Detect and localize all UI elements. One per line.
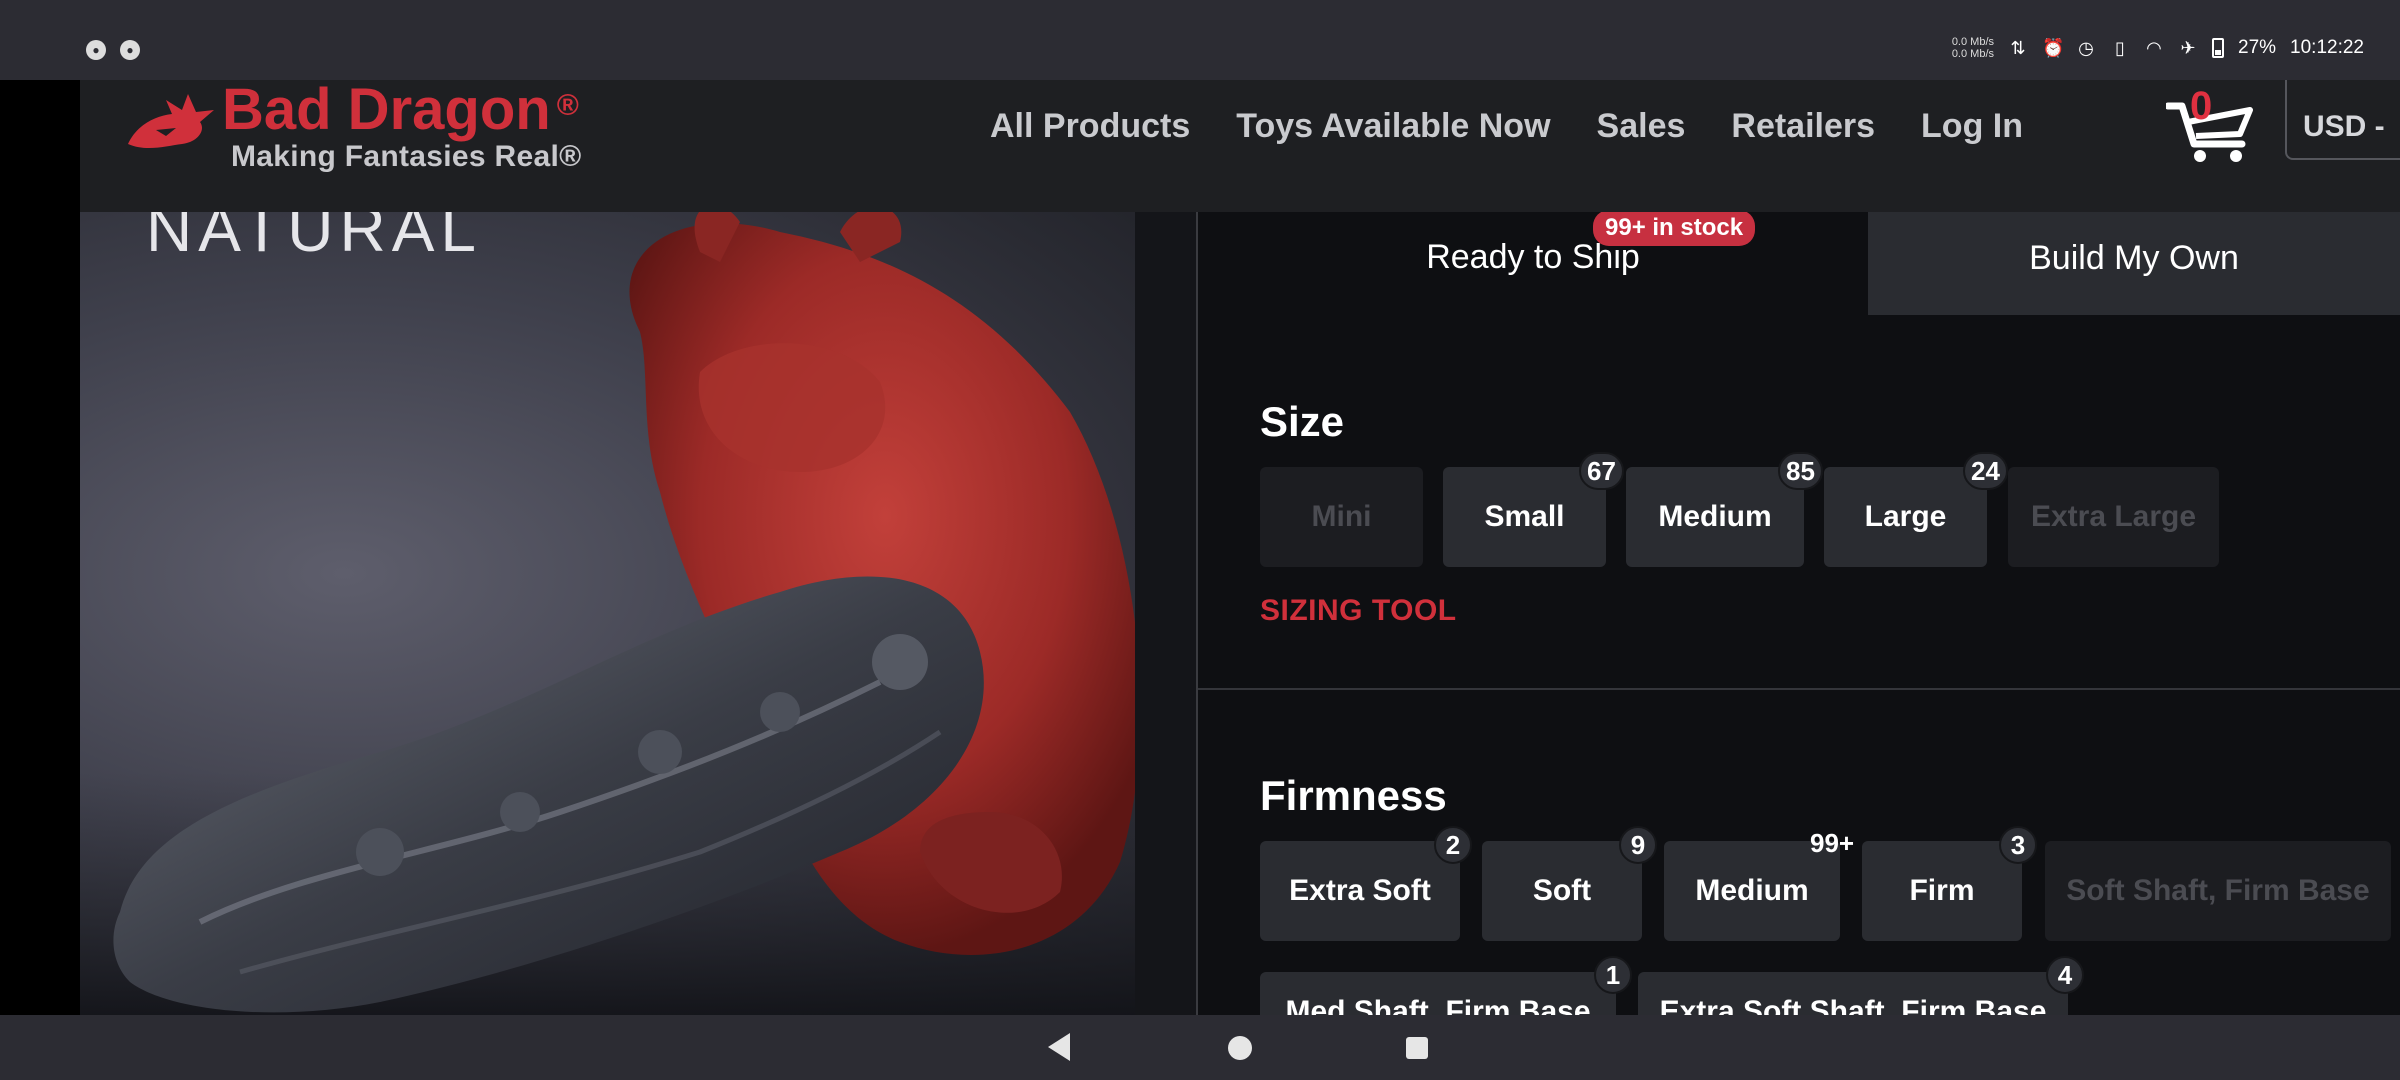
registered-mark: ® xyxy=(556,89,579,122)
panel-divider xyxy=(1135,212,1197,1015)
data-transfer-icon: ⇅ xyxy=(2010,38,2026,58)
android-nav-bar xyxy=(0,1015,2400,1080)
size-medium-count: 85 xyxy=(1778,452,1823,490)
product-illustration xyxy=(80,212,1135,1015)
firmness-option-extra-soft-shaft-firm-base[interactable]: Extra Soft Shaft, Firm Base xyxy=(1638,972,2068,1015)
size-option-extra-large[interactable]: Extra Large xyxy=(2008,467,2219,567)
brand-tagline: Making Fantasies Real® xyxy=(231,140,582,173)
battery-percent: 27% xyxy=(2238,37,2277,58)
left-gutter xyxy=(0,80,80,1015)
android-status-bar: ● ● 0.0 Mb/s 0.0 Mb/s ⇅ ⏰ ◷ ▯ ◠ ✈ 27% 10… xyxy=(0,0,2400,80)
airplane-icon: ✈ xyxy=(2180,38,2196,58)
home-icon[interactable] xyxy=(1228,1036,1252,1060)
size-option-medium[interactable]: Medium xyxy=(1626,467,1804,567)
site-header: Bad Dragon ® Making Fantasies Real® All P… xyxy=(80,80,2400,212)
back-icon[interactable] xyxy=(1048,1033,1070,1061)
status-time: 10:12:22 xyxy=(2290,37,2364,58)
tab-build-my-own[interactable]: Build My Own xyxy=(1868,212,2400,315)
product-image[interactable]: NATURAL xyxy=(80,212,1135,1015)
size-title: Size xyxy=(1260,398,1345,445)
bug-icon: ● xyxy=(120,40,140,60)
size-large-count: 24 xyxy=(1963,452,2008,490)
main-nav: All Products Toys Available Now Sales Re… xyxy=(990,96,2023,156)
purchase-tabs: Ready to Ship 99+ in stock Build My Own xyxy=(1198,212,2400,315)
vibrate-icon: ▯ xyxy=(2115,38,2125,58)
net-up-speed: 0.0 Mb/s xyxy=(1951,36,1994,48)
stock-badge: 99+ in stock xyxy=(1593,212,1756,246)
battery-icon xyxy=(2212,38,2224,58)
firmness-extra-soft-shaft-count: 4 xyxy=(2046,956,2084,994)
brand-text: Bad Dragon xyxy=(222,80,551,142)
firmness-firm-count: 3 xyxy=(1999,826,2037,864)
nav-all-products[interactable]: All Products xyxy=(990,96,1190,156)
nav-log-in[interactable]: Log In xyxy=(1921,96,2023,156)
clock-icon: ◷ xyxy=(2078,38,2094,58)
firmness-med-shaft-count: 1 xyxy=(1594,956,1632,994)
dragon-logo-icon xyxy=(128,94,214,149)
cart-count: 0 xyxy=(2190,84,2213,128)
size-option-mini[interactable]: Mini xyxy=(1260,467,1423,567)
nav-toys-available-now[interactable]: Toys Available Now xyxy=(1236,96,1550,156)
currency-select[interactable]: USD - xyxy=(2285,80,2400,160)
wifi-icon: ◠ xyxy=(2146,38,2162,58)
net-down-speed: 0.0 Mb/s xyxy=(1951,48,1994,60)
sizing-tool-link[interactable]: SIZING TOOL xyxy=(1260,594,1457,628)
firmness-extra-soft-count: 2 xyxy=(1434,826,1472,864)
firmness-soft-count: 9 xyxy=(1619,826,1657,864)
recent-apps-icon[interactable] xyxy=(1406,1037,1428,1059)
size-small-count: 67 xyxy=(1579,452,1624,490)
firmness-title: Firmness xyxy=(1260,772,1447,819)
firmness-option-firm[interactable]: Firm xyxy=(1862,841,2022,941)
firmness-option-soft-shaft-firm-base[interactable]: Soft Shaft, Firm Base xyxy=(2045,841,2391,941)
network-speed: 0.0 Mb/s 0.0 Mb/s xyxy=(1952,36,1994,60)
notification-icons: ● ● xyxy=(86,40,140,60)
tab-ready-to-ship[interactable]: Ready to Ship xyxy=(1198,212,1868,315)
product-options-panel: Ready to Ship 99+ in stock Build My Own … xyxy=(1198,212,2400,1015)
section-divider xyxy=(1198,688,2400,690)
nav-retailers[interactable]: Retailers xyxy=(1731,96,1875,156)
firmness-option-soft[interactable]: Soft xyxy=(1482,841,1642,941)
firmness-option-med-shaft-firm-base[interactable]: Med Shaft, Firm Base xyxy=(1260,972,1616,1015)
nav-sales[interactable]: Sales xyxy=(1597,96,1686,156)
alarm-icon: ⏰ xyxy=(2042,38,2065,58)
brand-name: Bad Dragon ® xyxy=(222,80,579,146)
firmness-option-extra-soft[interactable]: Extra Soft xyxy=(1260,841,1460,941)
tab-build-label: Build My Own xyxy=(2029,239,2239,277)
android-debug-icon: ● xyxy=(86,40,106,60)
size-option-large[interactable]: Large xyxy=(1824,467,1987,567)
firmness-medium-count: 99+ xyxy=(1810,828,1855,858)
